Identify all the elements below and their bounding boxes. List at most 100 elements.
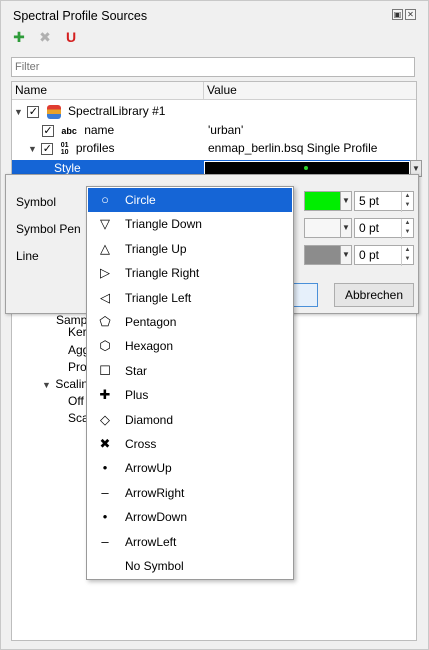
binary-type-bottom: 10	[60, 148, 69, 156]
symbol-label: Symbol	[16, 195, 57, 209]
symbol-pen-color-dropdown[interactable]: ▼	[340, 218, 352, 238]
add-source-icon[interactable]: ✚	[11, 29, 27, 45]
name-label: name	[84, 123, 115, 137]
tree-row-scaling[interactable]: ▼ Scalin	[42, 376, 88, 393]
symbol-menu-item[interactable]: ◇ Diamond	[88, 408, 292, 432]
arrow-left-icon: –	[101, 533, 109, 549]
symbol-menu-item-label: Diamond	[125, 412, 174, 427]
spinbox-arrows-icon[interactable]: ▲ ▼	[401, 246, 413, 266]
name-checkbox[interactable]: ✓	[42, 124, 54, 137]
spinbox-arrows-icon[interactable]: ▲ ▼	[401, 219, 413, 239]
symbol-pen-width-spinbox[interactable]: 0 pt ▲ ▼	[354, 218, 414, 239]
remove-source-icon[interactable]: ✖	[37, 29, 53, 45]
profiles-checkbox[interactable]: ✓	[41, 142, 54, 155]
symbol-menu-item[interactable]: • ArrowDown	[88, 505, 292, 529]
symbol-menu-item[interactable]: – ArrowLeft	[88, 530, 292, 554]
column-header-value[interactable]: Value	[204, 82, 416, 100]
symbol-dropdown-menu: ○ Circle ▽ Triangle Down △ Triangle Up ▷ Triang…	[86, 186, 294, 580]
pentagon-icon: ⬠	[99, 314, 111, 329]
tree-row-offset[interactable]: Off	[68, 393, 84, 410]
triangle-up-icon: △	[100, 240, 110, 256]
symbol-menu-item-label: Triangle Right	[125, 266, 200, 281]
cancel-button[interactable]: Abbrechen	[334, 283, 414, 307]
symbol-menu-item[interactable]: ☐ Star	[88, 359, 292, 383]
name-value[interactable]: 'urban'	[208, 122, 243, 139]
line-width-value: 0 pt	[359, 248, 380, 262]
symbol-menu-item[interactable]: △ Triangle Up	[88, 237, 292, 261]
triangle-right-icon: ▷	[100, 265, 110, 281]
arrow-down-icon: •	[102, 509, 108, 525]
symbol-menu-item[interactable]: – ArrowRight	[88, 481, 292, 505]
column-header-name[interactable]: Name	[12, 82, 204, 100]
library-label: SpectralLibrary #1	[68, 104, 166, 118]
tree-row-profiles[interactable]: ▼ ✓ 01 10 profiles	[28, 140, 115, 157]
symbol-menu-item[interactable]: ▷ Triangle Right	[88, 261, 292, 285]
arrow-up-icon: •	[102, 460, 108, 476]
symbol-menu-item-label: Hexagon	[125, 339, 174, 354]
chevron-down-icon[interactable]: ▼	[14, 104, 24, 121]
symbol-menu-item[interactable]: ✚ Plus	[88, 383, 292, 407]
symbol-menu-item[interactable]: ⬡ Hexagon	[88, 334, 292, 358]
star-icon: ☐	[99, 362, 111, 378]
symbol-menu-item-label: ArrowLeft	[125, 534, 177, 549]
triangle-left-icon: ◁	[100, 289, 110, 305]
binary-type-icon: 01 10	[61, 142, 69, 156]
symbol-menu-item-label: No Symbol	[125, 559, 184, 573]
arrow-right-icon: –	[101, 484, 109, 500]
restore-icon[interactable]: ▣	[392, 9, 403, 20]
cross-icon: ✖	[99, 436, 111, 451]
symbol-menu-item-label: Circle	[125, 193, 156, 207]
symbol-size-value: 5 pt	[359, 194, 380, 208]
tree-row-name[interactable]: ✓ abc name	[42, 122, 114, 139]
magnet-icon[interactable]: U	[63, 29, 79, 45]
spinbox-arrows-icon[interactable]: ▲ ▼	[401, 192, 413, 212]
symbol-menu-item-label: ArrowDown	[125, 510, 188, 525]
symbol-menu-item-label: Plus	[125, 388, 149, 403]
spectral-library-icon	[46, 104, 61, 119]
panel-title: Spectral Profile Sources	[13, 9, 148, 23]
triangle-down-icon: ▽	[100, 216, 110, 232]
library-checkbox[interactable]: ✓	[27, 105, 40, 118]
style-preview-symbol	[304, 166, 308, 170]
tree-row-kernel[interactable]: Ker	[68, 324, 87, 341]
binary-type-top: 01	[60, 141, 69, 149]
symbol-menu-item-label: Triangle Down	[125, 217, 202, 232]
hexagon-icon: ⬡	[99, 338, 111, 354]
tree-header: Name Value	[12, 82, 416, 100]
profiles-label: profiles	[75, 141, 115, 155]
tree-row-spectral-library[interactable]: ▼ ✓ SpectralLibrary #1	[14, 103, 165, 120]
symbol-menu-item-label: Star	[125, 363, 148, 378]
diamond-icon: ◇	[100, 411, 110, 427]
tree-row-profile[interactable]: Pro	[68, 359, 87, 376]
panel-title-buttons: ▣ ✕	[392, 9, 416, 20]
symbol-menu-item-label: ArrowRight	[125, 485, 185, 500]
close-icon[interactable]: ✕	[405, 9, 416, 20]
symbol-pen-label: Symbol Pen	[16, 222, 81, 236]
line-color-dropdown[interactable]: ▼	[340, 245, 352, 265]
symbol-menu-item[interactable]: • ArrowUp	[88, 456, 292, 480]
symbol-menu-item-label: Triangle Left	[125, 290, 192, 305]
symbol-menu-item[interactable]: ◁ Triangle Left	[88, 286, 292, 310]
symbol-pen-width-value: 0 pt	[359, 221, 380, 235]
symbol-menu-item-label: ArrowUp	[125, 461, 172, 476]
symbol-menu-item[interactable]: ⬠ Pentagon	[88, 310, 292, 334]
filter-input[interactable]	[11, 57, 415, 77]
panel-toolbar: ✚ ✖ U	[11, 29, 79, 45]
symbol-menu-item[interactable]: No Symbol	[88, 554, 292, 578]
profiles-value[interactable]: enmap_berlin.bsq Single Profile	[208, 140, 377, 157]
symbol-menu-item-label: Pentagon	[125, 315, 177, 329]
scaling-label: Scalin	[55, 377, 89, 391]
symbol-color-dropdown[interactable]: ▼	[340, 191, 352, 211]
plus-icon: ✚	[99, 387, 111, 403]
symbol-menu-item[interactable]: ▽ Triangle Down	[88, 212, 292, 236]
chevron-down-icon[interactable]: ▼	[42, 377, 52, 394]
symbol-menu-item[interactable]: ✖ Cross	[88, 432, 292, 456]
symbol-menu-item-label: Triangle Up	[125, 241, 187, 256]
symbol-menu-item-label: Cross	[125, 437, 157, 451]
line-width-spinbox[interactable]: 0 pt ▲ ▼	[354, 245, 414, 266]
circle-icon: ○	[101, 192, 109, 207]
chevron-down-icon[interactable]: ▼	[28, 141, 38, 158]
text-type-icon: abc	[61, 126, 77, 136]
symbol-menu-item[interactable]: ○ Circle	[88, 188, 292, 212]
symbol-size-spinbox[interactable]: 5 pt ▲ ▼	[354, 191, 414, 212]
